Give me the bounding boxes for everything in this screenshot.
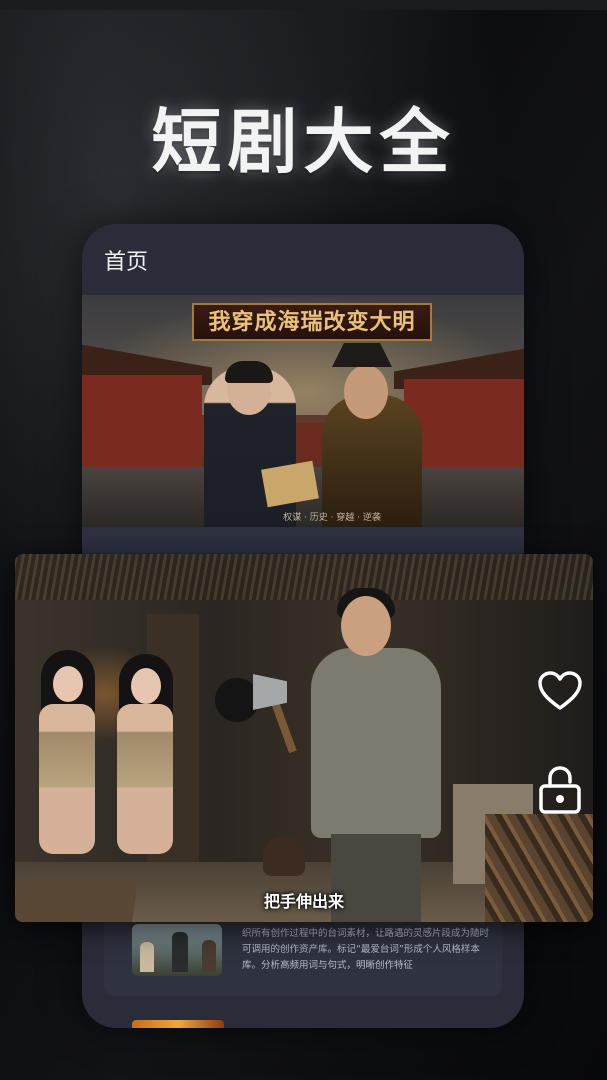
- actor-left-hair: [225, 361, 273, 383]
- status-bar-strip: [0, 0, 607, 10]
- palace-wall-right: [404, 379, 524, 475]
- girl-face: [53, 666, 83, 702]
- man-head: [341, 596, 391, 656]
- actor-man: [301, 584, 451, 922]
- girl-body: [39, 704, 95, 854]
- poster-title-banner: 我穿成海瑞改变大明: [192, 303, 432, 341]
- video-subtitle: 把手伸出来: [263, 892, 344, 911]
- girl-body: [117, 704, 173, 854]
- thumb-figure: [202, 940, 216, 972]
- unlock-icon[interactable]: [536, 764, 584, 814]
- next-item-thumbnail[interactable]: [132, 1020, 224, 1028]
- clay-pot: [263, 836, 305, 876]
- promo-headline: 短剧大全: [151, 101, 456, 183]
- thumb-figure: [140, 942, 154, 972]
- featured-drama-poster[interactable]: 我穿成海瑞改变大明 权谋 · 历史 · 穿越 · 逆袭: [82, 295, 524, 527]
- poster-caption-strip: [82, 527, 524, 553]
- page-title: 首页: [104, 250, 149, 275]
- actor-right-head: [344, 365, 388, 419]
- hanging-pan: [215, 678, 259, 722]
- video-player[interactable]: 把手伸出来: [15, 554, 593, 922]
- girl-face: [131, 668, 161, 704]
- thumb-figure: [172, 932, 188, 972]
- list-item-thumbnail[interactable]: [132, 924, 222, 976]
- heart-icon[interactable]: [536, 668, 584, 716]
- poster-credits: 权谋 · 历史 · 穿越 · 逆袭: [283, 513, 381, 523]
- list-item-description: 织所有创作过程中的台词素材，让路遇的灵感片段成为随时可调用的创作资产库。标记“最…: [242, 928, 490, 971]
- man-torso: [311, 648, 441, 838]
- palace-wall-left: [82, 375, 202, 475]
